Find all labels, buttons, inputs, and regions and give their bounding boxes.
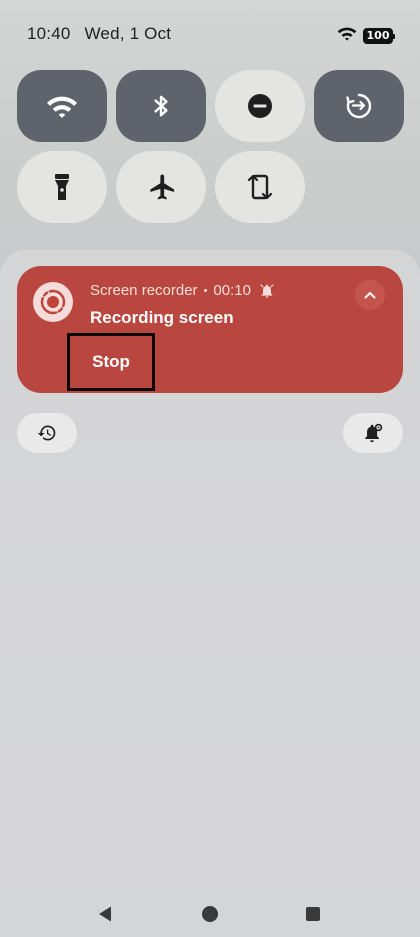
airplane-mode-tile[interactable] <box>116 151 206 223</box>
status-icons: 100 <box>337 25 395 46</box>
clock: 10:40 <box>27 24 71 43</box>
back-icon <box>97 905 113 923</box>
auto-rotate-icon <box>247 171 273 203</box>
screen-record-icon <box>33 282 73 322</box>
airplane-mode-icon <box>146 172 176 202</box>
recents-button[interactable] <box>298 904 328 924</box>
home-icon <box>201 905 219 923</box>
wifi-signal-icon <box>337 25 357 46</box>
data-saver-icon <box>344 91 374 121</box>
flashlight-tile[interactable] <box>17 151 107 223</box>
wifi-tile[interactable] <box>17 70 107 142</box>
bluetooth-tile[interactable] <box>116 70 206 142</box>
do-not-disturb-tile[interactable] <box>215 70 305 142</box>
app-name: Screen recorder <box>90 282 198 299</box>
status-bar: 10:40 Wed, 1 Oct 100 <box>0 0 420 70</box>
notification-title: Recording screen <box>90 308 234 327</box>
recents-icon <box>305 906 321 922</box>
wifi-icon <box>47 94 77 118</box>
home-button[interactable] <box>195 904 225 924</box>
battery-icon: 100 <box>363 27 395 44</box>
collapse-button[interactable] <box>355 280 385 310</box>
data-saver-tile[interactable] <box>314 70 404 142</box>
notification-settings-icon <box>362 422 384 444</box>
notification-header: Screen recorder • 00:10 <box>90 282 275 299</box>
alerting-bell-icon <box>259 283 275 299</box>
stop-button[interactable]: Stop <box>67 333 155 391</box>
chevron-up-icon <box>364 291 376 299</box>
navigation-bar <box>0 890 420 937</box>
battery-level: 100 <box>366 29 390 42</box>
back-button[interactable] <box>90 904 120 924</box>
status-time-date: 10:40 Wed, 1 Oct <box>27 24 171 44</box>
date-label: Wed, 1 Oct <box>84 24 172 43</box>
notification-settings-button[interactable] <box>343 413 403 453</box>
do-not-disturb-icon <box>246 92 274 120</box>
header-separator: • <box>203 284 208 297</box>
notification-history-button[interactable] <box>17 413 77 453</box>
bluetooth-icon <box>151 93 171 119</box>
history-icon <box>37 423 57 443</box>
elapsed-time: 00:10 <box>213 282 251 299</box>
auto-rotate-tile[interactable] <box>215 151 305 223</box>
flashlight-icon <box>54 173 70 201</box>
screen-recorder-notification[interactable]: Screen recorder • 00:10 Recording screen… <box>17 266 403 393</box>
